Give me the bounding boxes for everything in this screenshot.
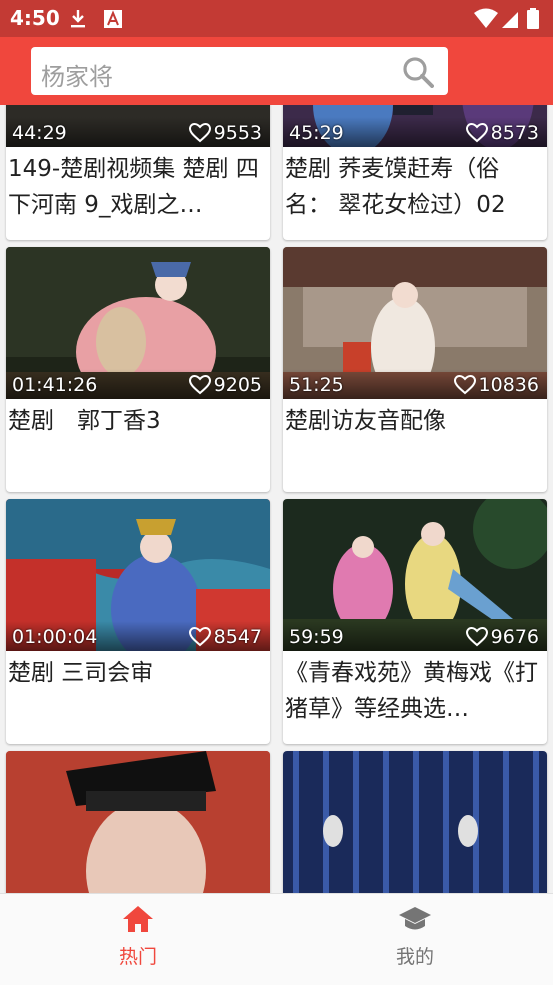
status-time: 4:50 [10,6,60,30]
video-duration: 59:59 [289,626,344,648]
video-thumbnail[interactable]: 59:59 9676 [283,499,547,651]
video-likes: 9676 [465,626,539,648]
likes-count: 9676 [490,626,539,648]
video-duration: 45:29 [289,122,344,144]
video-card[interactable]: 01:00:04 8547 楚剧 三司会审 [6,499,270,744]
video-title[interactable]: 楚剧访友音配像 [285,403,543,439]
video-likes: 10836 [453,374,539,396]
home-icon [123,906,153,932]
download-icon [71,10,85,28]
video-thumbnail[interactable] [283,751,547,893]
video-card[interactable]: 51:25 10836 楚剧访友音配像 [283,247,547,492]
search-box[interactable]: 杨家将 [31,47,448,95]
video-card[interactable] [6,751,270,893]
nav-me-label: 我的 [395,946,434,968]
video-duration: 01:00:04 [12,626,98,648]
video-duration: 44:29 [12,122,67,144]
video-thumbnail[interactable] [6,751,270,893]
heart-icon [188,123,211,143]
video-title[interactable]: 楚剧 三司会审 [8,655,266,691]
video-grid[interactable]: 44:29 9553 149-楚剧视频集 楚剧 四下河南 9_戏剧之… 45:29 85… [0,105,553,893]
nav-me[interactable]: 我的 [355,904,475,969]
video-card[interactable]: 59:59 9676 《青春戏苑》黄梅戏《打猪草》等经典选… [283,499,547,744]
video-title[interactable]: 149-楚剧视频集 楚剧 四下河南 9_戏剧之… [8,151,266,223]
video-title[interactable]: 楚剧 荞麦馍赶寿（俗名： 翠花女检过）02 [285,151,543,223]
heart-icon [453,375,476,395]
nav-hot-label: 热门 [118,946,157,968]
video-duration: 01:41:26 [12,374,98,396]
likes-count: 8573 [490,122,539,144]
heart-icon [188,627,211,647]
app-bar: 杨家将 [0,37,553,105]
signal-icon [502,12,518,28]
video-likes: 9205 [188,374,262,396]
graduation-cap-icon [399,907,431,930]
heart-icon [465,123,488,143]
video-duration: 51:25 [289,374,344,396]
status-bar: 4:50 [0,0,553,37]
video-likes: 8547 [188,626,262,648]
video-thumbnail[interactable]: 01:41:26 9205 [6,247,270,399]
font-notification-icon [104,10,122,28]
video-card[interactable]: 45:29 8573 楚剧 荞麦馍赶寿（俗名： 翠花女检过）02 [283,105,547,240]
search-icon[interactable] [402,56,434,88]
likes-count: 10836 [478,374,539,396]
video-card[interactable]: 01:41:26 9205 楚剧 郭丁香3 [6,247,270,492]
search-placeholder[interactable]: 杨家将 [41,57,113,92]
video-thumbnail[interactable]: 51:25 10836 [283,247,547,399]
video-card[interactable]: 44:29 9553 149-楚剧视频集 楚剧 四下河南 9_戏剧之… [6,105,270,240]
video-likes: 9553 [188,122,262,144]
likes-count: 9205 [213,374,262,396]
wifi-icon [474,8,498,28]
video-likes: 8573 [465,122,539,144]
battery-icon [527,8,539,29]
bottom-navigation: 热门 我的 [0,893,553,985]
likes-count: 9553 [213,122,262,144]
video-title[interactable]: 楚剧 郭丁香3 [8,403,266,439]
video-thumbnail[interactable]: 01:00:04 8547 [6,499,270,651]
heart-icon [188,375,211,395]
likes-count: 8547 [213,626,262,648]
video-title[interactable]: 《青春戏苑》黄梅戏《打猪草》等经典选… [285,655,543,727]
video-thumbnail[interactable]: 44:29 9553 [6,105,270,147]
video-card[interactable] [283,751,547,893]
heart-icon [465,627,488,647]
video-thumbnail[interactable]: 45:29 8573 [283,105,547,147]
nav-hot[interactable]: 热门 [78,904,198,969]
